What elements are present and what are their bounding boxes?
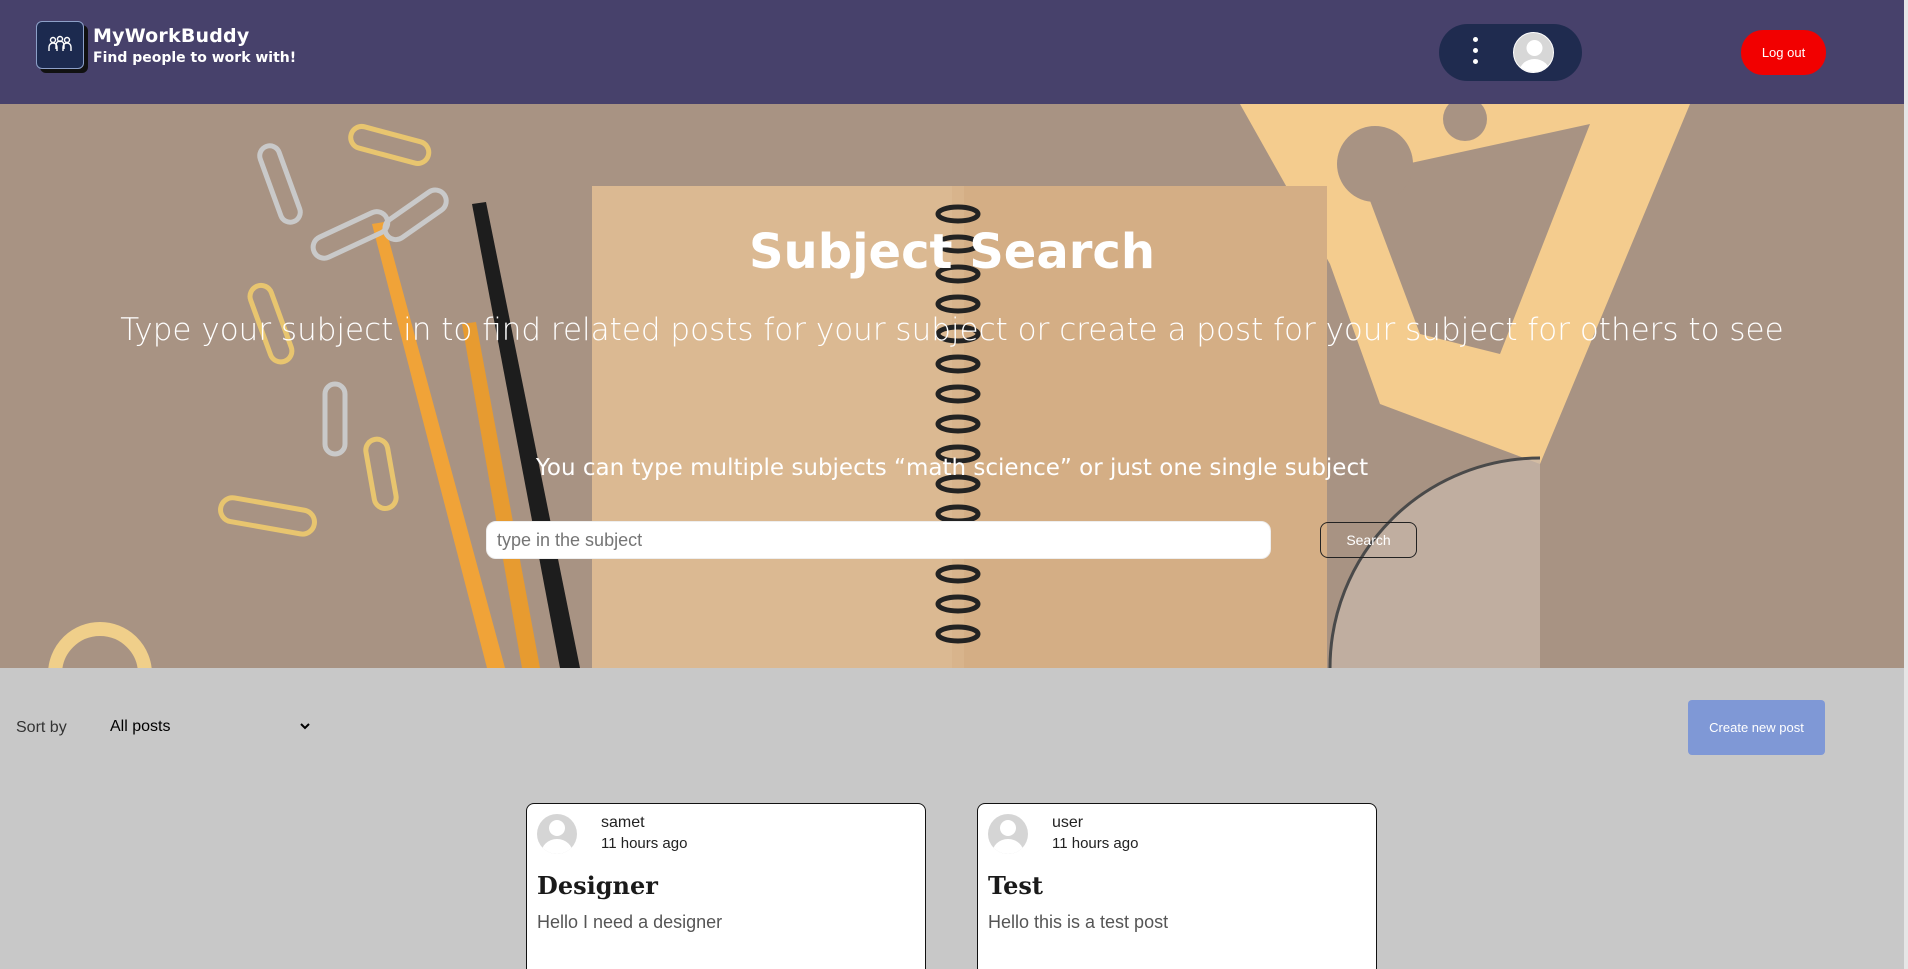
post-title: Designer (537, 871, 658, 900)
hero-title: Subject Search (748, 224, 1156, 280)
hero-banner: Subject Search Type your subject in to f… (0, 104, 1904, 668)
desk-background-image (0, 104, 1904, 668)
post-card[interactable]: user 11 hours ago Test Hello this is a t… (977, 803, 1377, 969)
brand-title: MyWorkBuddy (93, 24, 250, 47)
avatar[interactable] (1513, 32, 1554, 73)
post-author: samet (601, 814, 645, 831)
hero-subtitle: Type your subject in to find related pos… (120, 312, 1784, 348)
post-author: user (1052, 814, 1084, 831)
sort-label: Sort by (16, 719, 67, 736)
post-card[interactable]: samet 11 hours ago Designer Hello I need… (526, 803, 926, 969)
kebab-menu-icon[interactable] (1471, 37, 1479, 69)
post-time: 11 hours ago (1052, 835, 1139, 852)
hero-hint: You can type multiple subjects “math sci… (535, 455, 1369, 481)
search-button[interactable]: Search (1320, 522, 1417, 558)
sort-selected-value: All posts (110, 718, 171, 735)
post-title: Test (988, 871, 1043, 900)
post-body: Hello I need a designer (537, 912, 723, 932)
brand[interactable]: MyWorkBuddy Find people to work with! (36, 21, 296, 69)
scrollbar[interactable] (1904, 0, 1908, 969)
post-time: 11 hours ago (601, 835, 688, 852)
create-post-button[interactable]: Create new post (1688, 700, 1825, 755)
top-navbar: MyWorkBuddy Find people to work with! Lo… (0, 0, 1904, 104)
sort-select[interactable]: All posts (100, 712, 320, 742)
avatar (537, 814, 577, 854)
avatar (988, 814, 1028, 854)
user-menu[interactable] (1439, 24, 1582, 81)
brand-tagline: Find people to work with! (93, 49, 297, 66)
logout-button[interactable]: Log out (1741, 30, 1826, 75)
people-group-icon (36, 21, 84, 69)
chevron-down-icon (300, 723, 310, 730)
subject-search-input[interactable] (486, 521, 1271, 559)
post-body: Hello this is a test post (988, 912, 1169, 932)
